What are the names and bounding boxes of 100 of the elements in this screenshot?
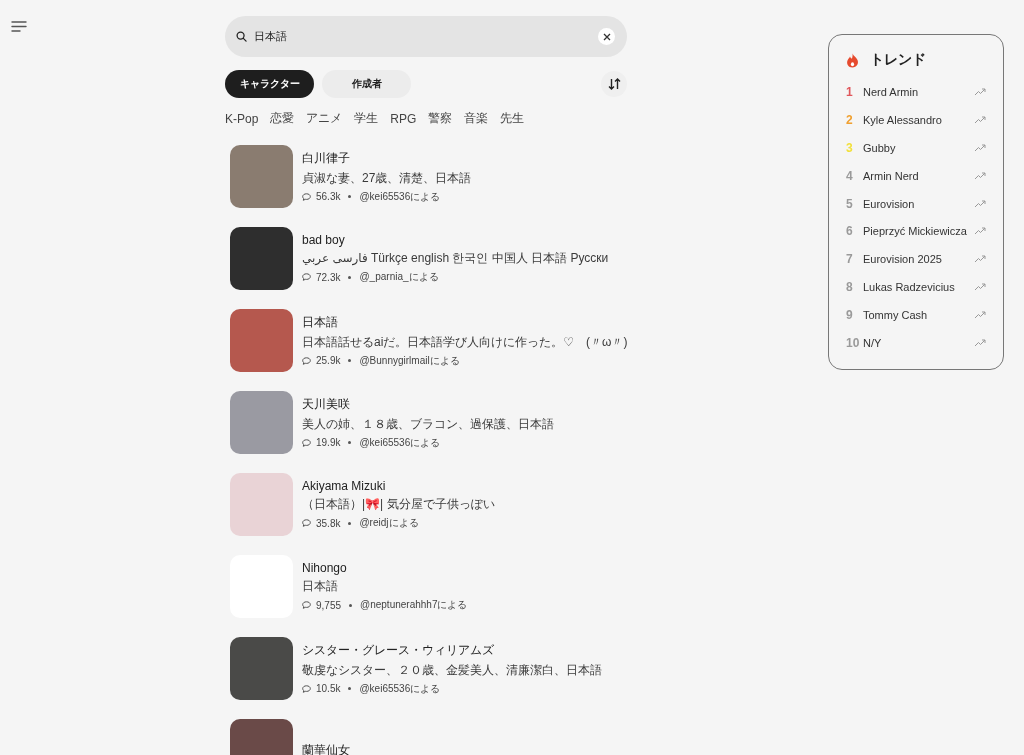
trend-item[interactable]: 4 Armin Nerd (846, 161, 1003, 190)
chat-count: 72.3k (316, 271, 341, 283)
character-item[interactable]: Akiyama Mizuki （日本語）|🎀| 気分屋で子供っぽい 35.8k @reidjによる (225, 473, 627, 536)
character-item[interactable]: 蘭華仙女 (225, 719, 627, 755)
trend-rank: 10 (846, 335, 861, 350)
trending-up-icon (974, 115, 986, 124)
chat-count: 19.9k (316, 437, 341, 448)
author-name: @kei65536による (359, 681, 441, 696)
character-description: فارسی عربي Türkçe english 한국인 中国人 日本語 Русски (302, 250, 609, 267)
character-name: 蘭華仙女 (302, 742, 350, 755)
separator-dot (348, 441, 352, 444)
character-description: （日本語）|🎀| 気分屋で子供っぽい (302, 496, 495, 513)
trend-rank: 2 (846, 112, 854, 127)
trend-name: Nerd Armin (863, 85, 920, 98)
trend-rank: 1 (846, 84, 854, 99)
trend-name: Kyle Alessandro (863, 113, 943, 126)
sort-button[interactable] (601, 71, 627, 97)
tag-link[interactable]: K-Pop (225, 110, 259, 127)
character-item[interactable]: 白川律子 貞淑な妻、27歳、清楚、日本語 56.3k @kei65536による (225, 145, 627, 208)
character-description: 貞淑な妻、27歳、清楚、日本語 (302, 169, 472, 187)
trend-name: Armin Nerd (863, 169, 920, 182)
character-name: 日本語 (302, 313, 339, 331)
author-name: @kei65536による (359, 435, 441, 450)
character-name: Akiyama Mizuki (302, 479, 387, 493)
search-input[interactable]: 日本語 (254, 30, 591, 43)
trend-item[interactable]: 2 Kyle Alessandro (846, 105, 1003, 134)
trending-up-icon (974, 227, 986, 236)
chat-bubble-icon (302, 601, 311, 609)
tag-link[interactable]: 学生 (354, 110, 379, 127)
character-name: 白川律子 (302, 149, 351, 167)
trending-up-icon (974, 338, 986, 347)
trend-name: Pieprzyć Mickiewicza (863, 225, 968, 238)
chat-bubble-icon (302, 684, 311, 693)
chat-bubble-icon (302, 356, 311, 365)
search-icon (236, 31, 247, 42)
sort-icon (607, 78, 621, 90)
tag-link[interactable]: 先生 (500, 110, 525, 127)
separator-dot (348, 359, 352, 362)
trend-item[interactable]: 3 Gubby (846, 133, 1003, 162)
character-name: シスター・グレース・ウィリアムズ (302, 641, 495, 659)
trend-rank: 5 (846, 196, 854, 211)
menu-icon[interactable] (11, 21, 27, 33)
separator-dot (348, 687, 352, 690)
character-item[interactable]: 天川美咲 美人の姉、１８歳、ブラコン、過保護、日本語 19.9k @kei65536による (225, 391, 627, 454)
tag-link[interactable]: アニメ (306, 110, 343, 127)
author-name: @Bunnygirlmailによる (359, 353, 460, 368)
chat-count: 56.3k (316, 191, 341, 202)
clear-button[interactable] (598, 28, 615, 45)
close-icon (602, 32, 611, 41)
tag-link[interactable]: 恋愛 (270, 110, 295, 127)
trending-up-icon (974, 171, 986, 180)
chat-bubble-icon (302, 438, 311, 447)
trend-item[interactable]: 8 Lukas Radzevicius (846, 273, 1003, 302)
chat-bubble-icon (302, 273, 311, 281)
trending-up-icon (974, 255, 986, 264)
separator-dot (349, 603, 353, 607)
trending-up-icon (974, 143, 986, 152)
character-description: 敬虔なシスター、２０歳、金髪美人、清廉潔白、日本語 (302, 661, 602, 679)
trend-name: Lukas Radzevicius (863, 281, 956, 294)
trend-name: Eurovision 2025 (863, 253, 943, 266)
chat-count: 10.5k (316, 683, 341, 694)
trend-title: トレンド (870, 51, 926, 69)
tag-link[interactable]: 音楽 (464, 110, 489, 127)
character-item[interactable]: Nihongo 日本語 9,755 @neptunerahhh7による (225, 555, 627, 618)
tab[interactable]: キャラクター (225, 70, 314, 98)
chat-bubble-icon (302, 192, 311, 201)
trending-up-icon (974, 311, 986, 320)
tag-link[interactable]: 警察 (428, 110, 453, 127)
trend-item[interactable]: 9 Tommy Cash (846, 301, 1003, 329)
trend-item[interactable]: 7 Eurovision 2025 (846, 245, 1003, 274)
trend-rank: 3 (846, 140, 854, 155)
trending-up-icon (974, 283, 986, 292)
separator-dot (348, 195, 352, 198)
trend-rank: 9 (846, 308, 854, 323)
chat-bubble-icon (302, 519, 311, 527)
trend-rank: 6 (846, 224, 854, 239)
trend-item[interactable]: 10 N/Y (846, 329, 1003, 357)
trend-name: N/Y (863, 336, 883, 349)
character-description: 美人の姉、１８歳、ブラコン、過保護、日本語 (302, 415, 554, 433)
trending-up-icon (974, 87, 986, 96)
character-item[interactable]: 日本語 日本語話せるaiだ。日本語学び人向けに作った。♡ (〃ω〃) 25.9k @Bunnygirlmailによる (225, 309, 627, 372)
trend-rank: 8 (846, 280, 854, 295)
tab[interactable]: 作成者 (322, 70, 411, 98)
trend-item[interactable]: 6 Pieprzyć Mickiewicza (846, 217, 1003, 246)
character-description: 日本語 (302, 578, 339, 595)
trend-name: Gubby (863, 141, 897, 154)
trend-item[interactable]: 5 Eurovision (846, 189, 1003, 218)
trend-name: Tommy Cash (863, 309, 929, 322)
separator-dot (348, 275, 352, 279)
trend-name: Eurovision (863, 197, 916, 210)
character-name: 天川美咲 (302, 395, 351, 413)
character-description: 日本語話せるaiだ。日本語学び人向けに作った。♡ (〃ω〃) (302, 333, 628, 351)
fire-icon (846, 52, 859, 68)
author-name: @_parnia_による (359, 270, 439, 284)
trend-rank: 7 (846, 252, 854, 267)
character-item[interactable]: シスター・グレース・ウィリアムズ 敬虔なシスター、２０歳、金髪美人、清廉潔白、日本語 10.5k @kei65536による (225, 637, 627, 700)
character-name: bad boy (302, 233, 346, 247)
trend-rank: 4 (846, 168, 854, 183)
tag-link[interactable]: RPG (390, 110, 417, 127)
trend-item[interactable]: 1 Nerd Armin (846, 78, 1003, 106)
